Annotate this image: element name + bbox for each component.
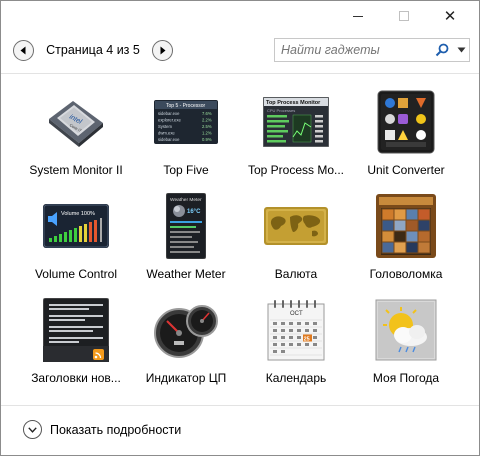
gadget-weather-meter[interactable]: Weather Meter 16°C Weather Meter: [131, 189, 241, 293]
cpu-gauge-icon: [151, 295, 221, 365]
svg-text:2.5%: 2.5%: [202, 124, 212, 129]
gadget-name: Top Process Mo...: [247, 163, 345, 177]
close-icon: ✕: [443, 6, 457, 25]
gadget-name: Top Five: [163, 163, 209, 177]
svg-text:Weather Meter: Weather Meter: [170, 197, 202, 203]
svg-text:2.2%: 2.2%: [202, 118, 212, 123]
show-details-toggle[interactable]: Показать подробности: [23, 420, 181, 439]
svg-text:sidebar.exe: sidebar.exe: [158, 137, 180, 142]
maximize-button[interactable]: [381, 1, 427, 31]
search-input[interactable]: [281, 43, 431, 57]
gadget-name: Индикатор ЦП: [145, 371, 227, 385]
svg-text:0.9%: 0.9%: [202, 137, 212, 142]
gadget-name: Головоломка: [369, 267, 443, 281]
previous-page-button[interactable]: [13, 39, 34, 61]
top-process-monitor-icon: Top Process Monitor CPU Processes: [261, 87, 331, 157]
svg-text:16°C: 16°C: [187, 209, 201, 215]
next-page-button[interactable]: [152, 39, 173, 61]
calendar-icon: OCT 25: [261, 295, 331, 365]
page-indicator: Страница 4 из 5: [46, 43, 140, 57]
arrow-left-icon: [20, 46, 26, 54]
svg-text:CPU Processes: CPU Processes: [267, 108, 295, 113]
chevron-down-icon: [23, 420, 42, 439]
gadget-name: Unit Converter: [367, 163, 445, 177]
gadget-calendar[interactable]: OCT 25 Календарь: [241, 293, 351, 397]
svg-text:1.2%: 1.2%: [202, 131, 212, 136]
gadget-system-monitor-ii[interactable]: intel Core i7 System Monitor II: [21, 85, 131, 189]
gadget-news-headlines[interactable]: Заголовки нов...: [21, 293, 131, 397]
gadget-my-weather[interactable]: Моя Погода: [351, 293, 461, 397]
gadget-cpu-indicator[interactable]: Индикатор ЦП: [131, 293, 241, 397]
gadget-name: Заголовки нов...: [31, 371, 121, 385]
svg-text:dwm.exe: dwm.exe: [158, 131, 175, 136]
svg-text:System: System: [158, 124, 172, 129]
gadgets-window: ✕ Страница 4 из 5 Найти гаджеты intel Co…: [0, 0, 480, 456]
svg-text:7.6%: 7.6%: [202, 111, 212, 116]
gadget-name: Моя Погода: [372, 371, 440, 385]
gadget-top-process-monitor[interactable]: Top Process Monitor CPU Processes Top Pr…: [241, 85, 351, 189]
weather-meter-icon: Weather Meter 16°C: [151, 191, 221, 261]
arrow-right-icon: [160, 46, 166, 54]
gadget-top-five[interactable]: Top 5 - Processor sidebar.exe 7.6% explo…: [131, 85, 241, 189]
gadget-name: System Monitor II: [29, 163, 123, 177]
news-headlines-icon: [41, 295, 111, 365]
my-weather-icon: [371, 295, 441, 365]
top-separator: [1, 73, 479, 74]
gadget-unit-converter[interactable]: Unit Converter: [351, 85, 461, 189]
svg-text:25: 25: [304, 336, 310, 342]
minimize-button[interactable]: [335, 1, 381, 31]
svg-text:Top 5 - Processor: Top 5 - Processor: [166, 103, 206, 109]
show-details-label: Показать подробности: [50, 422, 182, 437]
gadget-name: Валюта: [274, 267, 318, 281]
pager: Страница 4 из 5: [13, 39, 173, 61]
bottom-separator: [1, 405, 479, 406]
svg-text:Top Process Monitor: Top Process Monitor: [266, 100, 321, 106]
svg-text:sidebar.exe: sidebar.exe: [158, 111, 180, 116]
gadget-name: Volume Control: [34, 267, 118, 281]
gadget-name: Weather Meter: [146, 267, 226, 281]
volume-control-icon: Volume 100%: [41, 191, 111, 261]
top-five-icon: Top 5 - Processor sidebar.exe 7.6% explo…: [151, 87, 221, 157]
cpu-chip-icon: intel Core i7: [41, 87, 111, 157]
puzzle-icon: [371, 191, 441, 261]
gadget-grid: intel Core i7 System Monitor II Top 5 - …: [21, 85, 461, 397]
search-box: [274, 38, 470, 62]
svg-text:explorer.exe: explorer.exe: [158, 118, 181, 123]
gadget-currency[interactable]: Валюта: [241, 189, 351, 293]
maximize-icon: [399, 11, 409, 21]
search-dropdown-icon[interactable]: [457, 47, 466, 53]
close-button[interactable]: ✕: [427, 1, 473, 31]
unit-converter-icon: [371, 87, 441, 157]
svg-text:Volume 100%: Volume 100%: [61, 211, 95, 217]
search-icon[interactable]: [435, 43, 449, 57]
gadget-volume-control[interactable]: Volume 100% Volume Control: [21, 189, 131, 293]
gadget-name: Календарь: [265, 371, 327, 385]
minimize-icon: [353, 15, 363, 17]
svg-text:OCT: OCT: [290, 311, 303, 317]
gadget-puzzle[interactable]: Головоломка: [351, 189, 461, 293]
currency-map-icon: [261, 191, 331, 261]
